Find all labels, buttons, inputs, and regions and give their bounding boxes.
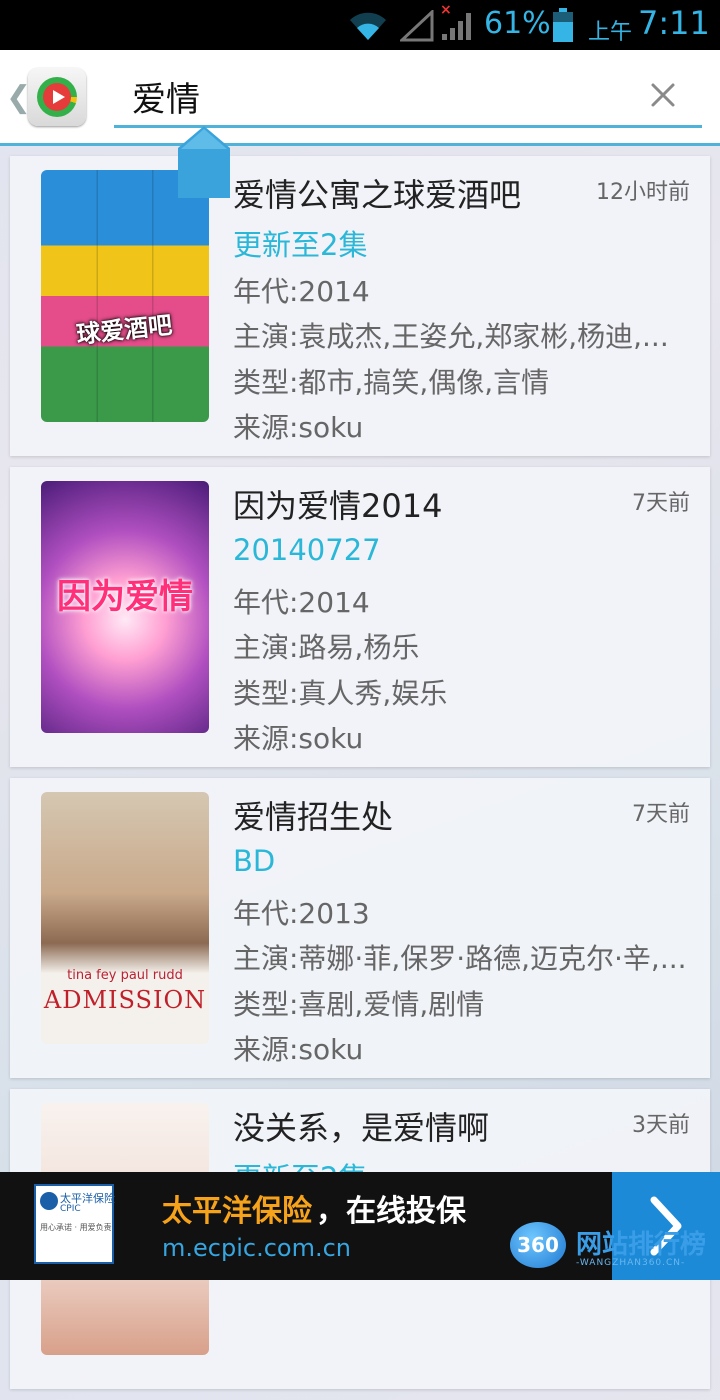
- result-cast: 主演:蒂娜·菲,保罗·路德,迈克尔·辛,...: [233, 942, 687, 975]
- result-year: 年代:2014: [233, 586, 370, 619]
- result-genre: 类型:真人秀,娱乐: [233, 677, 448, 710]
- clock-ampm: 上午: [588, 20, 633, 45]
- clock-time: 7:11: [638, 4, 710, 42]
- battery-icon: [553, 8, 573, 42]
- result-time: 12小时前: [596, 180, 690, 205]
- poster-image: 球爱酒吧: [41, 170, 209, 422]
- result-year: 年代:2013: [233, 897, 370, 930]
- result-time: 3天前: [632, 1113, 690, 1138]
- result-time: 7天前: [632, 491, 690, 516]
- search-pointer-icon: [178, 126, 230, 198]
- app-logo[interactable]: [28, 68, 86, 126]
- result-cast: 主演:袁成杰,王姿允,郑家彬,杨迪,...: [233, 320, 669, 353]
- ad-title: ，在线投保: [316, 1194, 466, 1229]
- result-title: 爱情招生处: [233, 798, 394, 836]
- battery-percent: 61%: [484, 6, 551, 41]
- result-source: 来源:soku: [233, 411, 364, 444]
- watermark-text: 网站排行榜: [576, 1230, 707, 1260]
- wifi-icon: [350, 12, 386, 41]
- signal-empty-icon: [400, 10, 434, 42]
- poster-text: 球爱酒吧: [75, 311, 174, 349]
- search-header: ❮: [0, 50, 720, 146]
- poster-text: 因为爱情: [57, 577, 193, 617]
- watermark-badge: 360: [510, 1222, 566, 1268]
- result-time: 7天前: [632, 802, 690, 827]
- result-source: 来源:soku: [233, 722, 364, 755]
- ad-brand: 太平洋保险: [162, 1194, 312, 1229]
- result-genre: 类型:都市,搞笑,偶像,言情: [233, 366, 550, 399]
- search-input[interactable]: [114, 68, 702, 128]
- result-cast: 主演:路易,杨乐: [233, 631, 420, 664]
- poster-title: ADMISSION: [43, 986, 207, 1014]
- ad-url[interactable]: m.ecpic.com.cn: [162, 1234, 351, 1262]
- result-card[interactable]: tina fey paul rudd ADMISSION 爱情招生处 7天前 B…: [10, 778, 710, 1078]
- play-icon: [53, 90, 65, 104]
- result-card[interactable]: 因为爱情 因为爱情2014 7天前 20140727 年代:2014 主演:路易…: [10, 467, 710, 767]
- poster-image: 因为爱情: [41, 481, 209, 733]
- result-source: 来源:soku: [233, 1033, 364, 1066]
- result-genre: 类型:喜剧,爱情,剧情: [233, 988, 485, 1021]
- poster-text: tina fey paul rudd: [67, 968, 183, 983]
- watermark-sub: -WANGZHAN360.CN-: [576, 1258, 686, 1268]
- result-title: 没关系，是爱情啊: [233, 1109, 490, 1147]
- result-year: 年代:2014: [233, 275, 370, 308]
- cpic-logo: 太平洋保险 CPIC 用心承诺 · 用爱负责: [34, 1184, 115, 1264]
- result-title: 因为爱情2014: [233, 487, 443, 525]
- result-title: 爱情公寓之球爱酒吧: [233, 176, 522, 214]
- result-update: 20140727: [233, 533, 381, 567]
- result-card[interactable]: 球爱酒吧 爱情公寓之球爱酒吧 12小时前 更新至2集 年代:2014 主演:袁成…: [10, 156, 710, 456]
- signal-icon: [442, 13, 471, 40]
- result-update: 更新至2集: [233, 228, 368, 262]
- status-bar: × 61% 上午 7:11: [0, 0, 720, 50]
- close-icon[interactable]: [646, 78, 680, 112]
- result-update: BD: [233, 844, 276, 878]
- poster-image: tina fey paul rudd ADMISSION: [41, 792, 209, 1044]
